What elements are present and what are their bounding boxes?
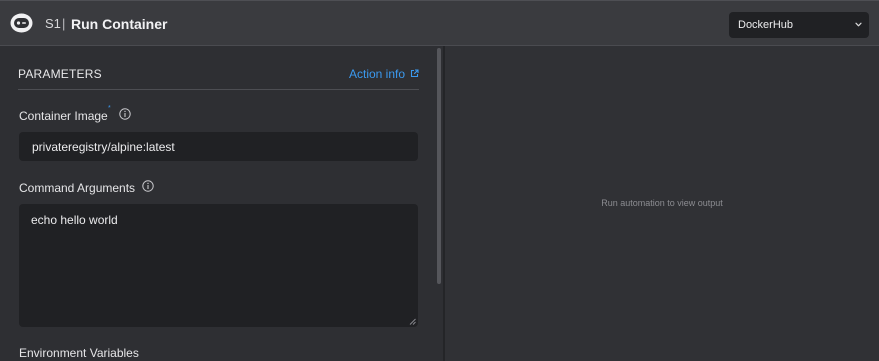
action-info-link[interactable]: Action info xyxy=(349,66,405,82)
registry-select-value: DockerHub xyxy=(738,19,794,31)
step-id: S1 xyxy=(45,16,61,31)
command-arguments-label: Command Arguments xyxy=(19,181,136,195)
registry-select[interactable]: DockerHub xyxy=(729,12,869,38)
resize-grip-icon[interactable] xyxy=(409,318,416,325)
top-bar: S1 | Run Container DockerHub xyxy=(0,0,879,46)
required-marker: * xyxy=(108,105,111,112)
scrollbar-thumb[interactable] xyxy=(437,48,441,284)
info-circle-icon[interactable] xyxy=(119,108,131,120)
container-image-input[interactable]: privateregistry/alpine:latest xyxy=(19,132,418,161)
command-arguments-textarea[interactable]: echo hello world xyxy=(19,204,418,327)
info-circle-icon[interactable] xyxy=(142,180,154,192)
output-placeholder: Run automation to view output xyxy=(601,198,723,208)
environment-variables-label: Environment Variables xyxy=(19,346,139,360)
container-image-value: privateregistry/alpine:latest xyxy=(32,140,175,154)
external-link-icon[interactable] xyxy=(410,69,419,78)
section-divider xyxy=(18,89,419,90)
chevron-down-icon xyxy=(855,22,862,27)
title-separator: | xyxy=(62,16,66,31)
parameters-panel: PARAMETERS Action info Container Image *… xyxy=(0,46,443,361)
output-panel: Run automation to view output xyxy=(445,46,879,361)
robot-logo-icon xyxy=(10,13,33,33)
section-title: PARAMETERS xyxy=(18,67,102,81)
page-title: Run Container xyxy=(71,16,168,32)
container-image-label: Container Image xyxy=(19,109,108,123)
command-arguments-value: echo hello world xyxy=(31,213,118,227)
